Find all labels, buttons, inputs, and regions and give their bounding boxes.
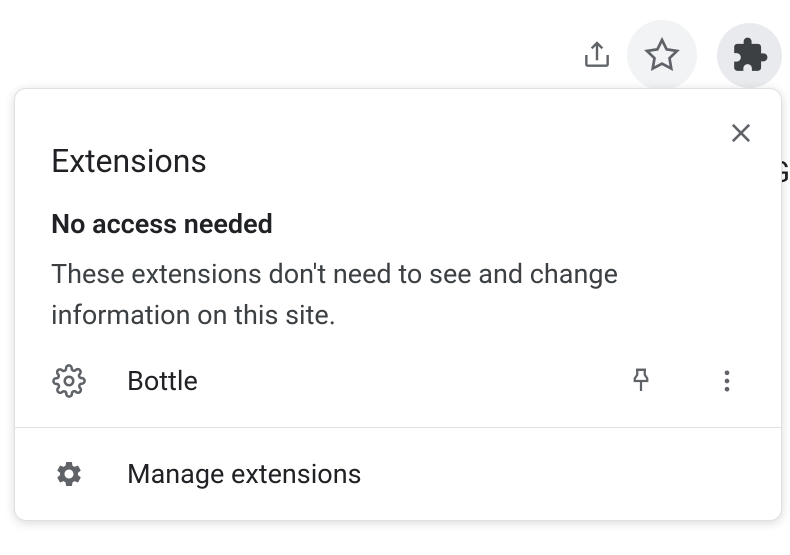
- close-icon: [727, 119, 755, 147]
- section-heading: No access needed: [15, 180, 781, 240]
- popup-header: Extensions: [15, 89, 781, 180]
- star-icon: [644, 37, 680, 73]
- share-icon: [581, 39, 613, 71]
- extension-icon: [51, 363, 87, 399]
- manage-extensions-label: Manage extensions: [127, 458, 362, 490]
- more-vertical-icon: [713, 367, 741, 395]
- gear-filled-icon: [54, 459, 84, 489]
- extension-name: Bottle: [127, 365, 593, 397]
- more-button[interactable]: [709, 363, 745, 399]
- manage-extensions-button[interactable]: Manage extensions: [15, 428, 781, 520]
- gear-icon: [52, 364, 86, 398]
- puzzle-icon: [731, 36, 769, 74]
- extension-row[interactable]: Bottle: [15, 335, 781, 427]
- extensions-popup: Extensions No access needed These extens…: [14, 88, 782, 521]
- pushpin-icon: [626, 366, 656, 396]
- toolbar-icons-group: [572, 20, 790, 90]
- share-button[interactable]: [572, 30, 622, 80]
- section-description: These extensions don't need to see and c…: [15, 240, 781, 335]
- pin-button[interactable]: [623, 363, 659, 399]
- extensions-button[interactable]: [717, 23, 782, 88]
- bookmark-button[interactable]: [627, 20, 697, 90]
- popup-title: Extensions: [51, 142, 207, 180]
- close-button[interactable]: [721, 113, 761, 153]
- footer-icon: [51, 456, 87, 492]
